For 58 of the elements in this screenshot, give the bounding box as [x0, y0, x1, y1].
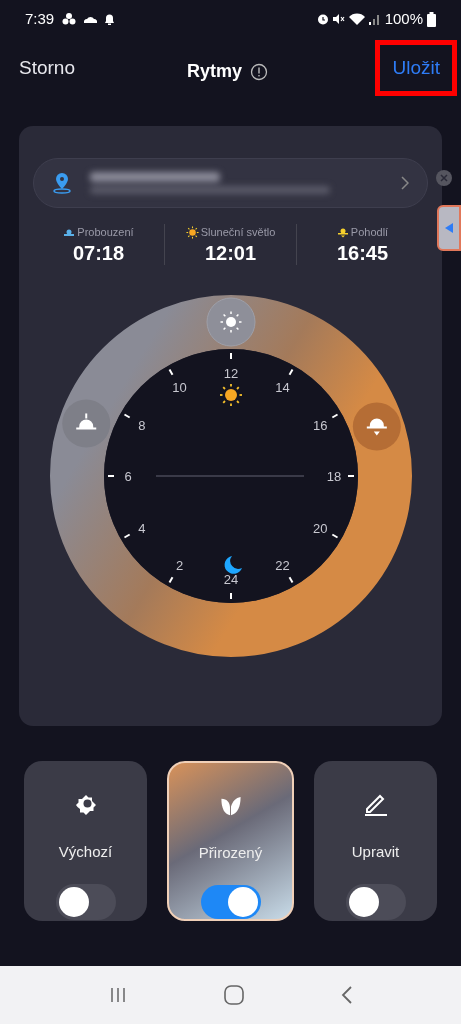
close-icon[interactable]: [436, 170, 452, 186]
hour-label: 18: [326, 468, 341, 484]
hour-label: 4: [137, 520, 145, 535]
clock-time: 7:39: [25, 8, 55, 29]
back-icon[interactable]: [340, 985, 353, 1005]
wifi-icon: [348, 13, 365, 25]
toggle-switch[interactable]: [55, 883, 116, 920]
alarm-icon: [316, 13, 329, 25]
hour-label: 2: [175, 557, 183, 573]
sunset-icon: [336, 226, 349, 239]
triangle-left-icon: [445, 223, 453, 233]
hour-label: 8: [137, 417, 145, 432]
sunrise-marker-icon: [61, 398, 110, 447]
hour-label: 16: [312, 417, 327, 432]
battery-percent: 100%: [384, 8, 423, 29]
stat-time: 07:18: [72, 240, 125, 265]
mode-label: Upravit: [351, 842, 400, 862]
cloud-icon: [84, 15, 98, 23]
location-pin-icon: [52, 172, 72, 194]
hour-label: 20: [312, 520, 327, 535]
hour-label: 14: [274, 379, 290, 395]
stat-label: Sluneční světlo: [200, 225, 276, 240]
stat-label: Probouzení: [77, 225, 134, 240]
info-icon[interactable]: [250, 62, 269, 81]
moon-icon: [224, 555, 242, 574]
recent-apps-icon[interactable]: [108, 986, 127, 1004]
battery-icon: [427, 11, 436, 27]
save-button[interactable]: Uložit: [375, 40, 457, 96]
three-dots-icon: [62, 13, 77, 25]
hour-label: 6: [123, 468, 132, 484]
stat-label: Pohodlí: [350, 225, 389, 240]
mode-card[interactable]: Výchozí: [24, 761, 147, 921]
gear-moon-icon: [73, 793, 98, 817]
mode-label: Přirozený: [198, 843, 263, 863]
pencil-icon: [362, 793, 389, 817]
hour-label: 22: [274, 557, 290, 573]
stat-time: 12:01: [204, 240, 257, 265]
page-title: Rytmy: [187, 60, 243, 83]
bell-icon: [105, 13, 115, 25]
location-field[interactable]: [33, 158, 428, 208]
sun-icon: [218, 382, 243, 407]
signal-icon: [368, 13, 381, 25]
side-panel-handle[interactable]: [437, 205, 461, 251]
mode-label: Výchozí: [58, 842, 113, 862]
home-icon[interactable]: [223, 985, 244, 1005]
mode-card[interactable]: Upravit: [314, 761, 437, 921]
chevron-right-icon: [401, 176, 409, 190]
stat-time: 16:45: [336, 240, 389, 265]
toggle-switch[interactable]: [200, 884, 261, 919]
sunset-marker-icon: [352, 402, 401, 450]
hour-label: 10: [171, 379, 187, 395]
toggle-switch[interactable]: [345, 883, 406, 920]
sun-marker-icon: [206, 297, 255, 346]
hour-label: 12: [223, 365, 238, 381]
sun-icon: [185, 225, 199, 239]
hour-label: 24: [223, 571, 238, 587]
cancel-button[interactable]: Storno: [19, 53, 75, 83]
mute-icon: [332, 13, 345, 25]
